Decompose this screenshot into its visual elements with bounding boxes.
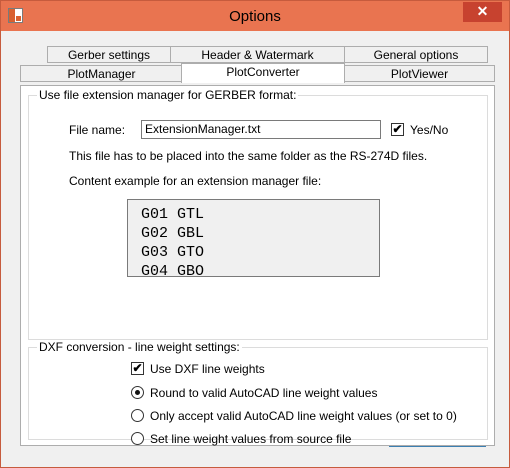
- close-button[interactable]: ✕: [463, 2, 502, 22]
- example-line: G04 GBO: [141, 263, 205, 280]
- tab-header-watermark[interactable]: Header & Watermark: [170, 46, 345, 63]
- example-line: G03 GTO: [141, 244, 205, 261]
- gerber-extension-group: Use file extension manager for GERBER fo…: [28, 88, 488, 340]
- example-content-box: G01 GTL G02 GBL G03 GTO G04 GBO: [127, 199, 380, 280]
- radio-from-source-label: Set line weight values from source file: [150, 432, 352, 446]
- plotconverter-panel: Use file extension manager for GERBER fo…: [20, 85, 495, 446]
- use-dxf-checkbox[interactable]: ✔: [131, 362, 144, 375]
- file-name-input[interactable]: ExtensionManager.txt: [141, 120, 381, 139]
- tab-plotconverter[interactable]: PlotConverter: [181, 63, 345, 83]
- use-dxf-label: Use DXF line weights: [150, 362, 265, 376]
- radio-only-valid-label: Only accept valid AutoCAD line weight va…: [150, 409, 457, 423]
- radio-from-source[interactable]: [131, 432, 144, 445]
- example-line: G01 GTL: [141, 206, 205, 223]
- dxf-group-legend: DXF conversion - line weight settings:: [37, 340, 242, 354]
- radio-round-valid-label: Round to valid AutoCAD line weight value…: [150, 386, 378, 400]
- title-bar[interactable]: Options ✕: [1, 1, 509, 31]
- dxf-lineweight-group: DXF conversion - line weight settings: ✔…: [28, 340, 488, 446]
- dialog-client-area: Gerber settings Header & Watermark Gener…: [9, 32, 501, 460]
- example-line: G02 GBL: [141, 225, 205, 242]
- file-name-label: File name:: [69, 123, 126, 137]
- tab-gerber-settings[interactable]: Gerber settings: [47, 46, 171, 63]
- yesno-label: Yes/No: [410, 123, 449, 137]
- tab-plotmanager[interactable]: PlotManager: [20, 65, 183, 82]
- placement-note: This file has to be placed into the same…: [69, 149, 428, 163]
- check-icon: ✔: [132, 361, 143, 375]
- tab-plotviewer[interactable]: PlotViewer: [344, 65, 495, 82]
- yesno-checkbox[interactable]: ✔: [391, 123, 404, 136]
- radio-round-valid[interactable]: [131, 386, 144, 399]
- gerber-group-legend: Use file extension manager for GERBER fo…: [37, 88, 299, 102]
- options-dialog: Options ✕ Gerber settings Header & Water…: [0, 0, 510, 468]
- radio-only-valid[interactable]: [131, 409, 144, 422]
- window-title: Options: [229, 8, 281, 25]
- tab-general-options[interactable]: General options: [344, 46, 488, 63]
- example-label: Content example for an extension manager…: [69, 174, 322, 188]
- check-icon: ✔: [392, 122, 403, 136]
